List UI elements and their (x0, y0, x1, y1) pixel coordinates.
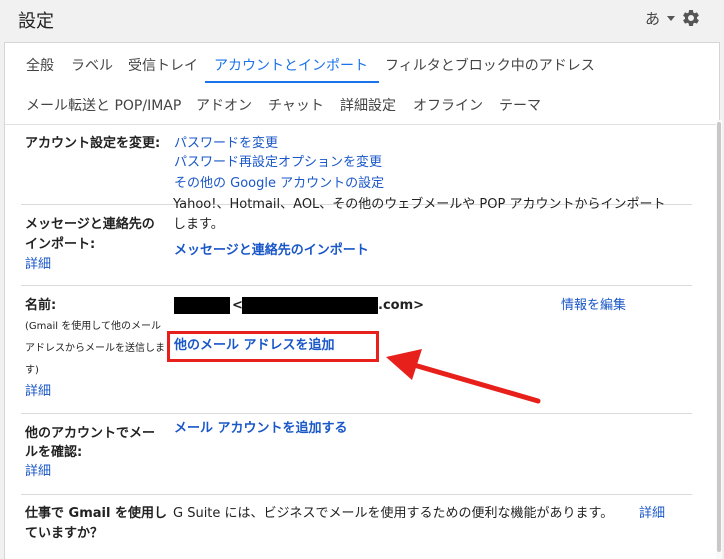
tab-accounts-import[interactable]: アカウントとインポート (214, 55, 368, 75)
tab-bar-row-1: 全般 ラベル 受信トレイ アカウントとインポート フィルタとブロック中のアドレス (5, 45, 719, 83)
import-description-line2: します。 (173, 217, 224, 232)
name-note-line2: アドレスからメールを送信しま (25, 343, 165, 354)
chevron-down-icon[interactable] (667, 16, 675, 21)
import-learn-more-link[interactable]: 詳細 (25, 255, 51, 275)
import-description-line1: Yahoo!、Hotmail、AOL、その他のウェブメールや POP アカウント… (173, 197, 666, 212)
active-tab-indicator (205, 81, 379, 83)
tab-filters-blocked[interactable]: フィルタとブロック中のアドレス (385, 55, 595, 75)
name-note-line1: (Gmail を使用して他のメール (25, 321, 161, 332)
tab-themes[interactable]: テーマ (499, 95, 541, 115)
tab-bar-row-2: メール転送と POP/IMAP アドオン チャット 詳細設定 オフライン テーマ (5, 85, 719, 123)
tab-chat[interactable]: チャット (268, 95, 324, 115)
check-mail-learn-more-link[interactable]: 詳細 (25, 462, 51, 482)
tab-inbox[interactable]: 受信トレイ (128, 55, 198, 75)
import-mail-contacts-link[interactable]: メッセージと連絡先のインポート (174, 241, 369, 261)
name-label: 名前: (25, 298, 57, 313)
google-account-settings-link[interactable]: その他の Google アカウントの設定 (174, 174, 384, 194)
email-domain: .com> (378, 298, 425, 313)
redacted-email (242, 297, 378, 314)
add-mail-account-link[interactable]: メール アカウントを追加する (174, 419, 348, 439)
input-tools-button[interactable]: あ (645, 8, 660, 29)
check-mail-label-line1: 他のアカウントでメー (25, 426, 156, 441)
change-account-label: アカウント設定を変更: (25, 136, 161, 151)
tab-addons[interactable]: アドオン (196, 95, 252, 115)
gsuite-learn-more-link[interactable]: 詳細 (639, 504, 665, 524)
redacted-name (174, 297, 230, 314)
name-note-line3: す) (25, 365, 39, 376)
tab-offline[interactable]: オフライン (413, 95, 483, 115)
section-divider (21, 494, 692, 495)
annotation-highlight-box (167, 331, 379, 362)
scrollbar-thumb[interactable] (717, 122, 721, 552)
tab-general[interactable]: 全般 (26, 55, 54, 75)
gear-icon[interactable] (681, 8, 701, 28)
tab-forwarding-pop-imap[interactable]: メール転送と POP/IMAP (26, 95, 181, 115)
section-divider (21, 413, 692, 414)
gsuite-description: G Suite には、ビジネスでメールを使用するための便利な機能があります。 (173, 506, 614, 521)
page-title: 設定 (18, 11, 54, 32)
edit-info-link[interactable]: 情報を編集 (561, 296, 626, 316)
import-label-line1: メッセージと連絡先の (25, 217, 155, 232)
gsuite-label-line2: ていますか？ (25, 526, 104, 541)
tab-advanced[interactable]: 詳細設定 (340, 95, 396, 115)
section-divider (21, 285, 692, 286)
tab-labels[interactable]: ラベル (71, 55, 113, 75)
password-recovery-link[interactable]: パスワード再設定オプションを変更 (174, 153, 382, 173)
tabs-divider (5, 124, 719, 125)
gsuite-label-line1: 仕事で Gmail を使用し (25, 506, 167, 521)
settings-header: 設定 あ (0, 0, 724, 42)
import-label-line2: インポート: (25, 237, 96, 252)
name-learn-more-link[interactable]: 詳細 (25, 382, 51, 402)
change-password-link[interactable]: パスワードを変更 (174, 134, 278, 154)
check-mail-label-line2: ルを確認: (25, 445, 83, 460)
arrow-icon (386, 349, 541, 404)
